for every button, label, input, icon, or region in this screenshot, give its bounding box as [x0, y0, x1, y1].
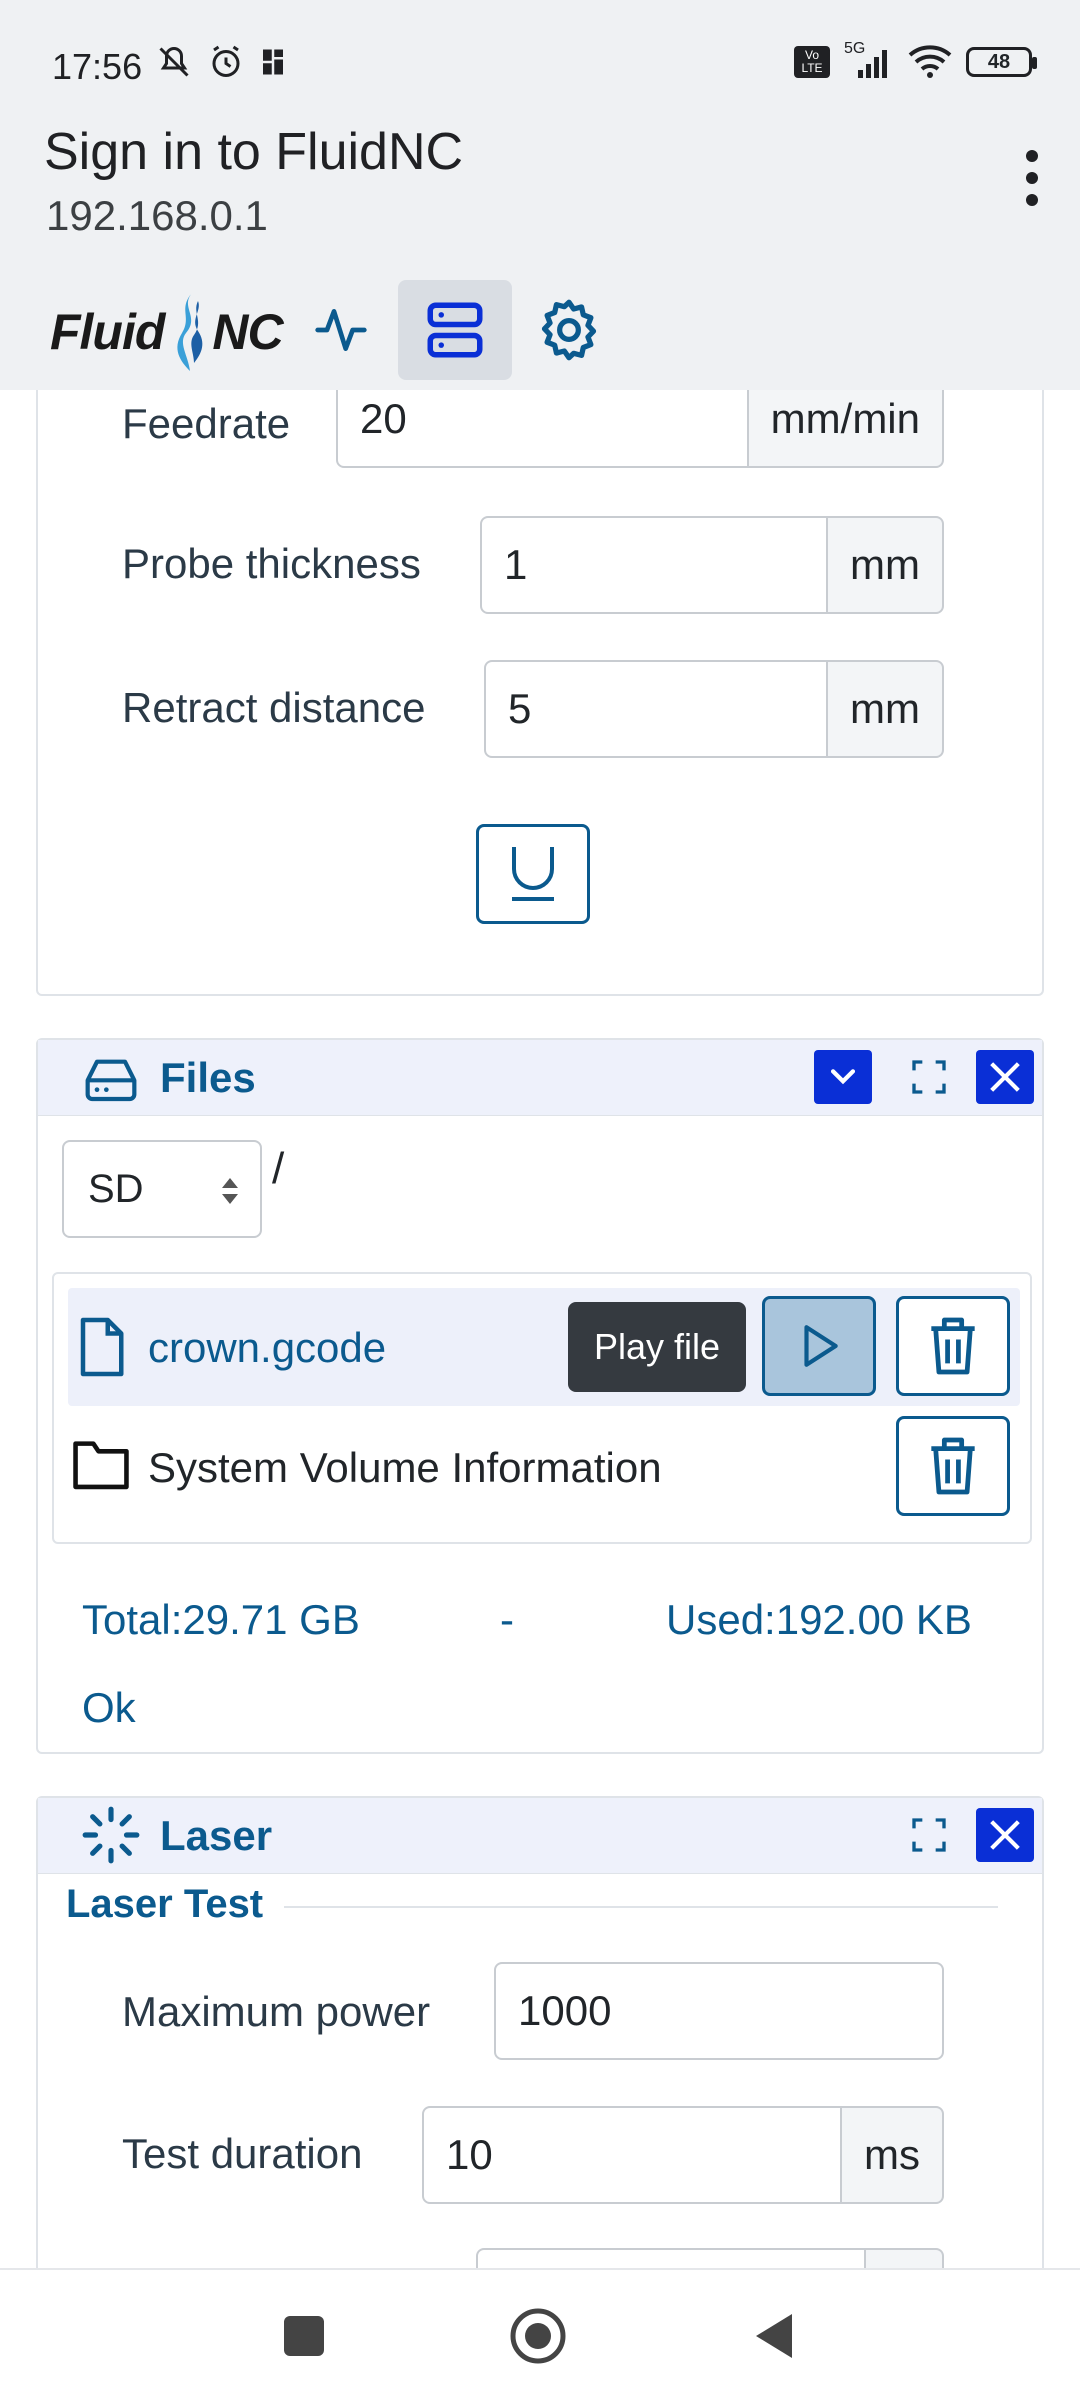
current-path: / — [272, 1144, 285, 1193]
home-button[interactable] — [508, 2306, 568, 2366]
probe-thickness-unit: mm — [828, 516, 944, 614]
flame-icon — [177, 293, 203, 371]
wifi-icon — [908, 45, 952, 78]
folder-icon — [73, 1441, 129, 1490]
page-title: Sign in to FluidNC — [44, 123, 464, 181]
back-button[interactable] — [752, 2310, 796, 2362]
chevron-down-icon — [830, 1069, 856, 1085]
trash-icon — [931, 1437, 975, 1495]
system-navigation-bar — [0, 2268, 1080, 2400]
probe-thickness-input[interactable]: 1 — [480, 516, 829, 614]
fullscreen-files-button[interactable] — [900, 1050, 958, 1104]
test-duration-unit: ms — [842, 2106, 944, 2204]
browser-chrome: 17:56 Vo LTE 5G 48 Sign in to FluidNC 19… — [0, 0, 1080, 390]
volte-icon: Vo LTE — [794, 46, 830, 78]
files-status: Ok — [82, 1684, 136, 1731]
probe-card: Feedrate 20 mm/min Probe thickness 1 mm … — [36, 360, 1044, 996]
files-card-title: Files — [160, 1054, 256, 1101]
alarm-icon — [212, 45, 240, 77]
retract-distance-label: Retract distance — [122, 684, 426, 731]
test-duration-input[interactable]: 10 — [422, 2106, 842, 2204]
max-power-label: Maximum power — [122, 1988, 431, 2035]
max-power-input[interactable]: 1000 — [494, 1962, 944, 2060]
retract-distance-input[interactable]: 5 — [484, 660, 829, 758]
folder-name[interactable]: System Volume Information — [148, 1444, 662, 1492]
app-notification-icon — [263, 49, 283, 75]
logo-text-fluid: Fluid — [50, 304, 165, 360]
start-probe-button[interactable] — [476, 824, 590, 924]
server-icon — [427, 302, 483, 358]
fullscreen-laser-button[interactable] — [900, 1808, 958, 1862]
recents-button[interactable] — [284, 2316, 324, 2356]
storage-select-value: SD — [88, 1166, 144, 1211]
laser-test-legend: Laser Test — [66, 1882, 264, 1926]
probe-icon — [512, 847, 554, 901]
server-nav-button[interactable] — [398, 280, 512, 380]
fullscreen-icon — [912, 1818, 946, 1852]
storage-used: Used:192.00 KB — [666, 1596, 972, 1643]
probe-thickness-label: Probe thickness — [122, 540, 421, 587]
file-name[interactable]: crown.gcode — [148, 1324, 386, 1372]
trash-icon — [931, 1317, 975, 1375]
select-arrows-icon — [222, 1178, 238, 1204]
laser-card-title: Laser — [160, 1812, 273, 1859]
files-card: Files SD / crown.gcode System Volume Inf… — [36, 1038, 1044, 1754]
close-icon — [990, 1820, 1020, 1850]
play-file-button[interactable] — [762, 1296, 876, 1396]
hard-drive-icon — [85, 1059, 137, 1102]
test-duration-label: Test duration — [122, 2130, 363, 2177]
probe-thickness-input-group: 1 mm — [480, 516, 944, 614]
test-duration-input-group: 10 ms — [422, 2106, 944, 2204]
max-power-input-group: 1000 — [494, 1962, 944, 2060]
feedrate-label: Feedrate — [122, 400, 291, 447]
activity-icon — [315, 309, 367, 351]
storage-select[interactable]: SD — [62, 1140, 262, 1238]
delete-file-button[interactable] — [896, 1296, 1010, 1396]
storage-total: Total:29.71 GB — [82, 1596, 360, 1643]
signal-icon: 5G — [844, 40, 894, 80]
close-files-button[interactable] — [976, 1050, 1034, 1104]
collapse-files-button[interactable] — [814, 1050, 872, 1104]
laser-card: Laser Laser Test Maximum power 1000 Test… — [36, 1796, 1044, 2346]
more-menu-icon[interactable] — [1022, 150, 1042, 206]
loader-icon — [82, 1806, 140, 1864]
fluidnc-logo[interactable]: Fluid NC — [50, 292, 284, 372]
legend-divider — [284, 1906, 998, 1908]
laser-card-header: Laser — [38, 1798, 1042, 1874]
settings-nav-button[interactable] — [512, 280, 626, 380]
files-card-header: Files — [38, 1040, 1042, 1116]
retract-distance-unit: mm — [828, 660, 944, 758]
logo-text-nc: NC — [212, 304, 283, 360]
play-file-tooltip: Play file — [568, 1302, 746, 1392]
app-navbar: Fluid NC — [0, 272, 1080, 390]
dashboard-nav-button[interactable] — [284, 280, 398, 380]
battery-icon: 48 — [966, 47, 1037, 77]
fullscreen-icon — [912, 1060, 946, 1094]
play-icon — [804, 1325, 838, 1367]
status-icons-right: Vo LTE 5G 48 — [794, 40, 1037, 80]
delete-folder-button[interactable] — [896, 1416, 1010, 1516]
close-icon — [990, 1062, 1020, 1092]
file-row-crown[interactable]: crown.gcode — [68, 1288, 1020, 1406]
status-icons-left — [156, 44, 286, 80]
close-laser-button[interactable] — [976, 1808, 1034, 1862]
gear-icon — [541, 299, 597, 361]
file-icon — [80, 1317, 124, 1377]
mute-icon — [159, 46, 189, 77]
folder-row-system-volume[interactable]: System Volume Information — [68, 1408, 1020, 1526]
retract-distance-input-group: 5 mm — [484, 660, 944, 758]
page-url: 192.168.0.1 — [46, 192, 268, 239]
storage-separator: - — [500, 1596, 514, 1643]
status-time: 17:56 — [52, 46, 143, 87]
file-list: crown.gcode System Volume Information — [52, 1272, 1032, 1544]
